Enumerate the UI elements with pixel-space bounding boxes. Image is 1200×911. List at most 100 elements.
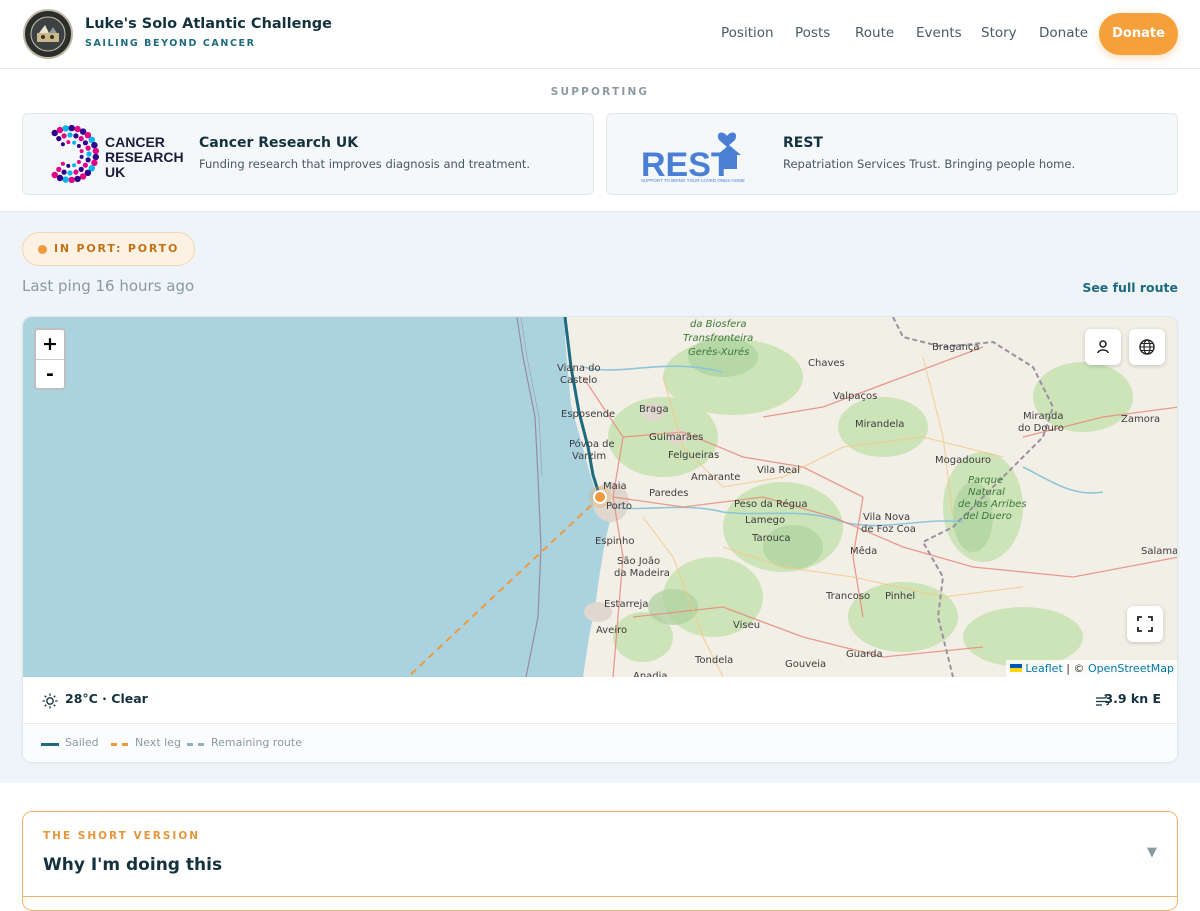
sun-icon (42, 693, 58, 709)
cruk-logo-dot (62, 176, 69, 183)
tracker-map[interactable]: da Biosfera Transfronteira Gerês-Xurés Chav… (23, 317, 1178, 677)
charity-card-rest[interactable]: REST SUPPORT TO BRING YOUR LOVED ONES HO… (606, 113, 1178, 195)
cruk-logo-dot (61, 169, 67, 175)
ukraine-flag-icon (1010, 664, 1023, 672)
cruk-logo-dot (76, 160, 81, 164)
map-place-label: Paredes (649, 488, 688, 499)
map-place-label: Aveiro (596, 625, 627, 636)
cruk-logo-dot (56, 126, 64, 134)
site-title[interactable]: Luke's Solo Atlantic Challenge (85, 16, 332, 32)
wind-text: 3.9 kn E (1104, 691, 1161, 706)
status-badge: IN PORT: PORTO (22, 232, 195, 266)
map-place-label: Zamora (1121, 414, 1160, 425)
nav-events[interactable]: Events (916, 25, 962, 41)
nav-position[interactable]: Position (721, 25, 774, 41)
charity-description: Funding research that improves diagnosis… (199, 157, 531, 171)
cruk-logo-dot (56, 136, 62, 142)
see-full-route-link[interactable]: See full route (1082, 280, 1178, 295)
cruk-logo-dot (73, 133, 79, 139)
map-place-label: Chaves (808, 358, 845, 369)
nav-story[interactable]: Story (981, 25, 1017, 41)
map-place-label: Gouveia (785, 659, 826, 670)
cruk-logo-dot (60, 161, 65, 166)
cruk-logo-dot (60, 142, 65, 147)
charity-card-cruk[interactable]: CANCER RESEARCH UK Cancer Research UK Fu… (22, 113, 594, 195)
legend-swatch-next-leg (111, 743, 129, 746)
cruk-logo-dot (91, 142, 98, 149)
heart-icon (717, 132, 737, 147)
nav-posts[interactable]: Posts (795, 25, 830, 41)
short-version-eyebrow: THE SHORT VERSION (43, 830, 201, 842)
zoom-out-button[interactable]: - (36, 359, 64, 388)
conditions-row: 28°C · Clear 3.9 kn E (23, 677, 1177, 724)
divider (23, 896, 1177, 897)
cruk-logo-dot (78, 136, 84, 142)
status-dot-icon (38, 245, 47, 254)
leaflet-link[interactable]: Leaflet (1025, 662, 1062, 675)
fullscreen-icon (1137, 616, 1153, 632)
weather-text: 28°C · Clear (65, 691, 148, 706)
map-place-label: Natural (968, 487, 1005, 498)
map-place-label: Peso da Régua (734, 498, 807, 510)
cruk-logo-word-2: RESEARCH (105, 149, 183, 165)
map-place-label: Transfronteira (683, 333, 753, 344)
rest-logo-tagline: SUPPORT TO BRING YOUR LOVED ONES HOME (641, 178, 745, 183)
map-tiles[interactable]: da Biosfera Transfronteira Gerês-Xurés Chav… (23, 317, 1178, 677)
short-version-card[interactable]: THE SHORT VERSION Why I'm doing this ▼ (22, 811, 1178, 911)
map-place-label: Lamego (745, 515, 785, 526)
site-header: Luke's Solo Atlantic Challenge SAILING B… (0, 0, 1200, 69)
map-place-label: Mogadouro (935, 455, 991, 466)
chevron-down-icon[interactable]: ▼ (1147, 845, 1157, 860)
map-place-label: Braga (639, 404, 669, 415)
legend-swatch-remaining (187, 743, 205, 746)
cruk-logo-dot (82, 162, 88, 168)
map-place-label: Valpaços (833, 391, 877, 402)
nav-donate[interactable]: Donate (1039, 25, 1088, 41)
map-place-label: do Douro (1018, 423, 1064, 434)
map-place-label: Viana do (557, 363, 601, 374)
map-place-label: Mirandela (855, 419, 904, 430)
cruk-logo-dot (61, 133, 67, 139)
zoom-in-button[interactable]: + (36, 330, 64, 359)
cruk-logo-dot (68, 125, 75, 132)
map-place-label: Varzim (572, 451, 606, 462)
cruk-logo-dot (85, 157, 91, 163)
cruk-logo-dot (68, 176, 75, 183)
map-place-label: Estarreja (604, 599, 648, 610)
nav-route[interactable]: Route (855, 25, 894, 41)
cruk-logo-word-3: UK (105, 164, 125, 180)
map-place-label: Trancoso (825, 591, 870, 602)
map-place-label: Parque (968, 475, 1003, 486)
map-place-label: da Biosfera (690, 319, 747, 330)
map-place-label: Vila Nova (863, 512, 910, 523)
cruk-logo-dot (86, 151, 92, 157)
site-logo[interactable] (23, 9, 73, 59)
supporting-label: SUPPORTING (550, 86, 650, 98)
cruk-logo-dot (73, 169, 79, 175)
donate-button[interactable]: Donate (1099, 13, 1178, 55)
rest-logo: REST SUPPORT TO BRING YOUR LOVED ONES HO… (641, 132, 745, 184)
legend-next-leg: Next leg (135, 736, 181, 749)
map-place-label: Pinhel (885, 591, 915, 602)
map-place-label: del Duero (963, 511, 1012, 522)
map-place-label: Salamanca (1141, 546, 1178, 557)
map-place-label: de Foz Coa (861, 524, 916, 535)
map-place-label: da Madeira (614, 568, 670, 579)
layer-switch-button[interactable] (1129, 329, 1165, 365)
map-place-label: Tarouca (751, 533, 791, 544)
cruk-logo-dot (82, 140, 88, 146)
openstreetmap-link[interactable]: OpenStreetMap (1088, 662, 1174, 675)
cruk-logo-dot (56, 166, 62, 172)
legend-swatch-sailed (41, 743, 59, 746)
map-place-label: Mêda (850, 545, 877, 557)
route-legend: Sailed Next leg Remaining route (23, 725, 1177, 762)
follow-boat-button[interactable] (1085, 329, 1121, 365)
fullscreen-button[interactable] (1127, 606, 1163, 642)
person-icon (1097, 340, 1109, 354)
cruk-logo-dot (62, 125, 69, 132)
map-attribution: Leaflet | © OpenStreetMap (1006, 660, 1177, 677)
map-place-label: Felgueiras (668, 450, 719, 461)
map-place-label: Tondela (694, 655, 733, 666)
zoom-control: + - (34, 328, 66, 390)
cruk-logo-dot (79, 154, 84, 159)
